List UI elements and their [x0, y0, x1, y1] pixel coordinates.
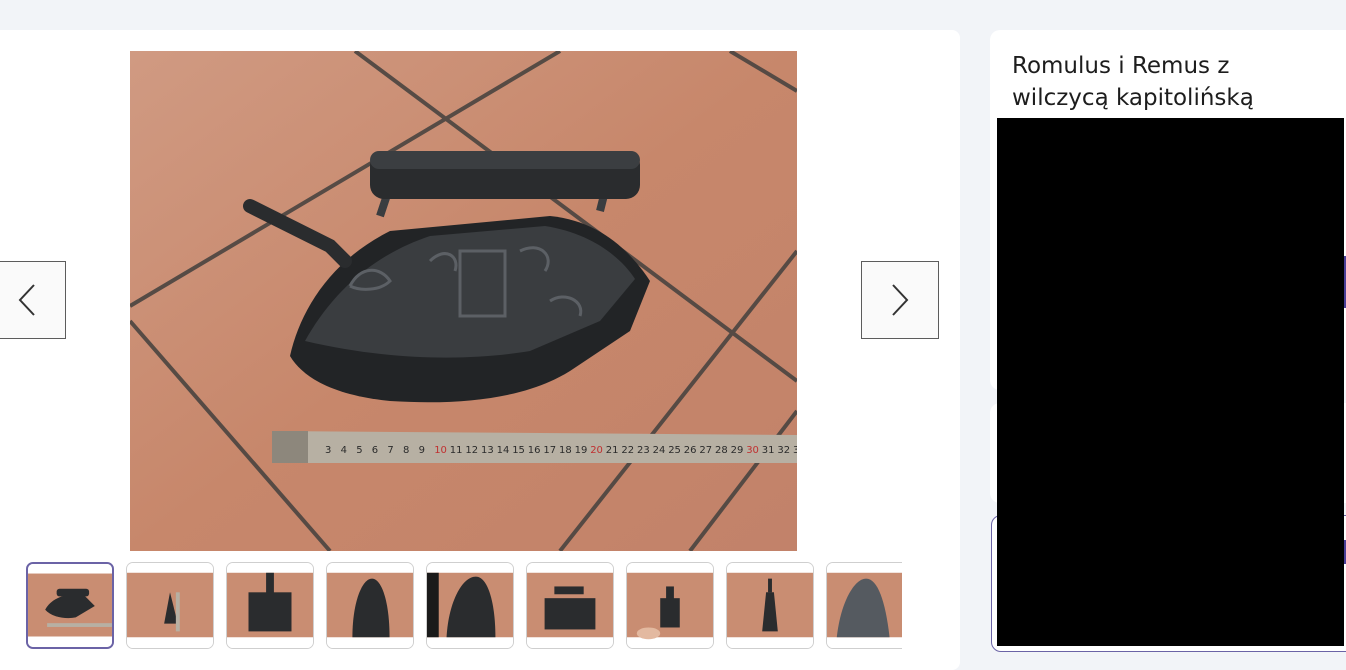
ruler-number: 11 — [450, 445, 463, 456]
thumbnail-image — [28, 564, 112, 647]
ruler-number: 22 — [621, 445, 634, 456]
ruler-number: 4 — [341, 445, 347, 456]
thumbnail-2[interactable] — [126, 562, 214, 649]
ruler-number: 5 — [356, 445, 362, 456]
ruler-number: 30 — [746, 445, 759, 456]
ruler: 3 4 5 6 7 8 9 10 11 12 13 14 15 16 17 18 19 20 21 22 23 24 25 2… — [272, 431, 797, 463]
ruler-number: 18 — [559, 445, 572, 456]
ruler-number: 3 — [325, 445, 331, 456]
thumbnail-image — [427, 563, 513, 648]
thumbnail-strip — [26, 561, 902, 653]
thumbnail-1[interactable] — [26, 562, 114, 649]
ruler-number: 33 — [793, 445, 797, 456]
ruler-number: 21 — [606, 445, 619, 456]
thumbnail-4[interactable] — [326, 562, 414, 649]
ruler-number: 29 — [731, 445, 744, 456]
ruler-number: 20 — [590, 445, 603, 456]
ruler-number: 16 — [528, 445, 541, 456]
ruler-number: 31 — [762, 445, 775, 456]
ruler-number: 26 — [684, 445, 697, 456]
thumbnail-8[interactable] — [726, 562, 814, 649]
thumbnail-image — [827, 563, 902, 648]
next-photo-button[interactable] — [861, 261, 939, 339]
ruler-number: 24 — [653, 445, 666, 456]
ruler-number: 23 — [637, 445, 650, 456]
ruler-number: 17 — [543, 445, 556, 456]
thumbnail-5[interactable] — [426, 562, 514, 649]
ruler-number: 27 — [699, 445, 712, 456]
ruler-number: 19 — [575, 445, 588, 456]
chevron-right-icon — [892, 284, 909, 316]
ruler-number: 15 — [512, 445, 525, 456]
ruler-number: 25 — [668, 445, 681, 456]
ruler-number: 32 — [777, 445, 790, 456]
ruler-number: 14 — [497, 445, 510, 456]
ruler-number: 28 — [715, 445, 728, 456]
main-photo-image: 3 4 5 6 7 8 9 10 11 12 13 14 15 16 17 18 19 20 21 22 23 24 25 2… — [130, 51, 797, 551]
ruler-number: 10 — [434, 445, 447, 456]
ruler-number: 6 — [372, 445, 378, 456]
thumbnail-image — [227, 563, 313, 648]
thumbnail-image — [527, 563, 613, 648]
thumbnail-image — [727, 563, 813, 648]
thumbnail-image — [127, 563, 213, 648]
previous-photo-button[interactable] — [0, 261, 66, 339]
video-overlay — [997, 118, 1344, 646]
thumbnail-7[interactable] — [626, 562, 714, 649]
ruler-number: 13 — [481, 445, 494, 456]
thumbnail-image — [627, 563, 713, 648]
thumbnail-3[interactable] — [226, 562, 314, 649]
chevron-left-icon — [18, 284, 35, 316]
thumbnail-6[interactable] — [526, 562, 614, 649]
ruler-number: 9 — [419, 445, 425, 456]
ruler-number: 7 — [387, 445, 393, 456]
ruler-number: 12 — [465, 445, 478, 456]
main-product-photo[interactable]: 3 4 5 6 7 8 9 10 11 12 13 14 15 16 17 18 19 20 21 22 23 24 25 2… — [130, 51, 797, 551]
ruler-number: 8 — [403, 445, 409, 456]
thumbnail-9[interactable] — [826, 562, 902, 649]
thumbnail-image — [327, 563, 413, 648]
